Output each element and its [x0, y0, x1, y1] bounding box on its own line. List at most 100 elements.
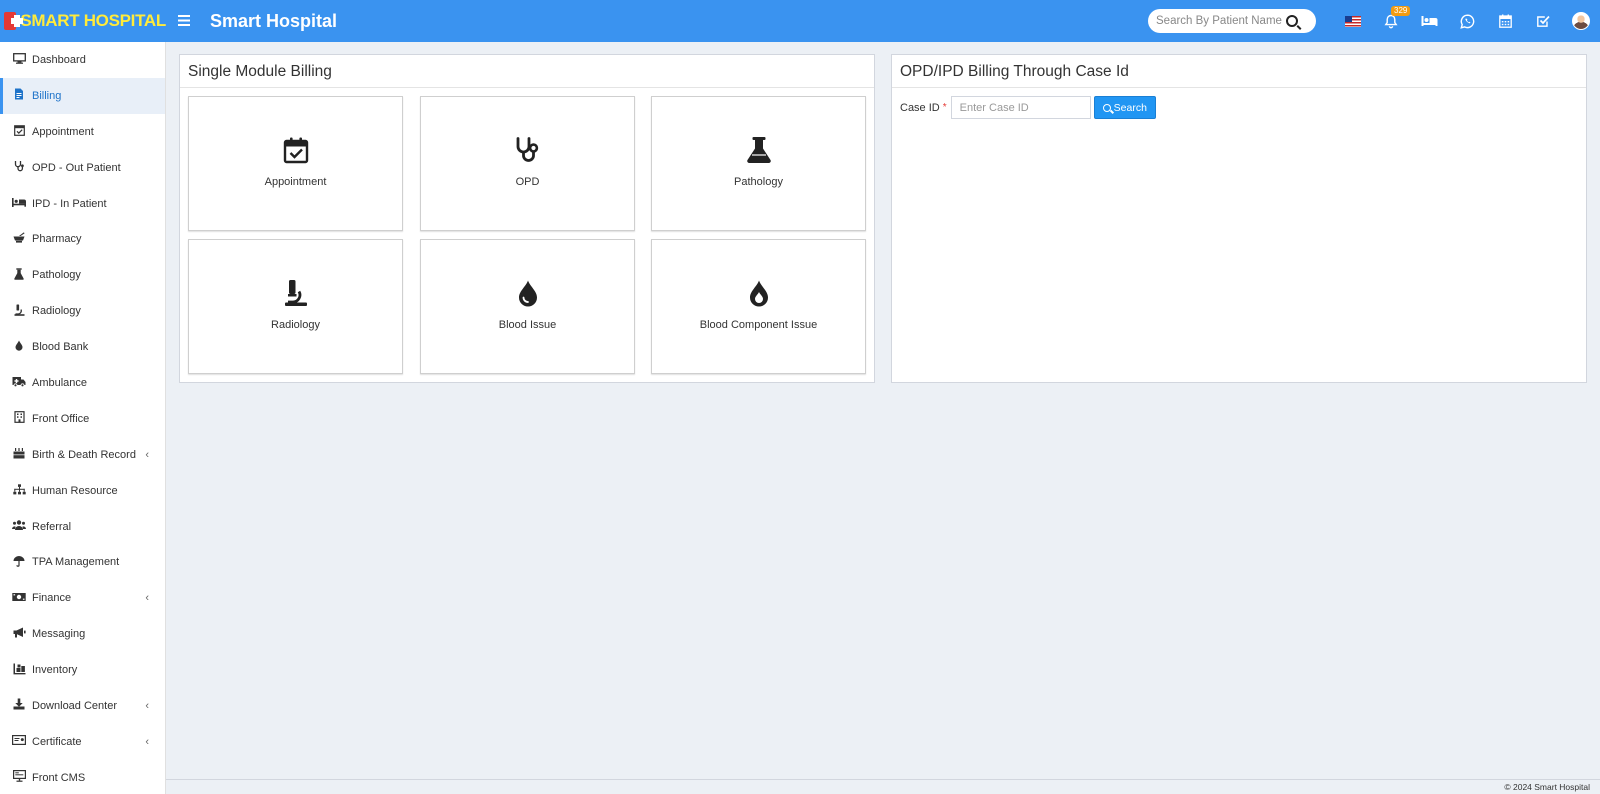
sidebar-item-dashboard[interactable]: Dashboard [0, 42, 165, 78]
flask-icon [12, 268, 26, 283]
notification-badge: 329 [1391, 6, 1411, 16]
user-avatar [1572, 12, 1590, 30]
sidebar-item-front-office[interactable]: Front Office [0, 401, 165, 437]
sidebar-item-radiology[interactable]: Radiology [0, 293, 165, 329]
menu-toggle-icon[interactable] [178, 13, 200, 30]
chevron-left-icon: ‹ [145, 735, 149, 748]
tint-icon [12, 340, 26, 354]
tasks-button[interactable] [1524, 0, 1562, 42]
brand-text: SMART HOSPITAL [20, 11, 166, 30]
case-search-button[interactable]: Search [1093, 96, 1156, 119]
check-square-icon [1537, 15, 1550, 27]
patient-search-input[interactable] [1156, 15, 1286, 27]
bullhorn-icon [12, 627, 26, 641]
sidebar-item-ambulance[interactable]: Ambulance [0, 365, 165, 401]
cms-icon [12, 770, 26, 785]
tile-blood-component-issue[interactable]: Blood Component Issue [651, 239, 866, 374]
user-menu-button[interactable] [1562, 0, 1600, 42]
chevron-left-icon: ‹ [145, 699, 149, 712]
top-navbar: SMART HOSPITAL Smart Hospital 329 [0, 0, 1600, 42]
tile-label: Blood Issue [498, 318, 557, 331]
users-icon [12, 520, 26, 533]
whatsapp-icon [1459, 13, 1474, 29]
sidebar-item-label: Inventory [32, 664, 78, 677]
sidebar-item-label: Birth & Death Record [32, 448, 136, 461]
sidebar-item-ipd[interactable]: IPD - In Patient [0, 186, 165, 222]
tile-pathology[interactable]: Pathology [651, 96, 866, 231]
sidebar-item-referral[interactable]: Referral [0, 509, 165, 545]
stethoscope-icon [516, 136, 538, 162]
sidebar-item-birth-death-record[interactable]: Birth & Death Record ‹ [0, 437, 165, 473]
sidebar-item-label: Download Center [32, 699, 117, 712]
case-search-button-label: Search [1113, 101, 1147, 114]
calendar-check-icon [283, 137, 308, 163]
tile-opd[interactable]: OPD [420, 96, 635, 231]
tile-label: Radiology [271, 318, 320, 331]
calendar-button[interactable] [1486, 0, 1524, 42]
sidebar-item-label: OPD - Out Patient [32, 161, 121, 174]
tile-blood-issue[interactable]: Blood Issue [420, 239, 635, 374]
case-billing-panel: OPD/IPD Billing Through Case Id Case ID … [891, 54, 1587, 383]
umbrella-icon [12, 555, 26, 570]
required-mark: * [942, 102, 947, 113]
case-search-form: Case ID * Search [900, 96, 1156, 119]
calendar-check-icon [12, 124, 26, 139]
sidebar-item-finance[interactable]: Finance ‹ [0, 580, 165, 616]
stethoscope-icon [12, 160, 26, 175]
sidebar-item-pathology[interactable]: Pathology [0, 257, 165, 293]
tile-radiology[interactable]: Radiology [188, 239, 403, 374]
sidebar-item-pharmacy[interactable]: Pharmacy [0, 221, 165, 257]
bed-status-button[interactable] [1410, 0, 1448, 42]
search-icon [1102, 103, 1111, 112]
hospital-cross-icon [4, 12, 24, 30]
sidebar-item-label: Pharmacy [32, 233, 82, 246]
footer: © 2024 Smart Hospital [166, 779, 1600, 794]
case-id-input[interactable] [950, 96, 1091, 119]
sidebar-item-label: Appointment [32, 125, 94, 138]
chevron-left-icon: ‹ [145, 448, 149, 461]
search-icon[interactable] [1286, 15, 1298, 27]
single-module-billing-panel: Single Module Billing Appointment OPD Pa… [179, 54, 875, 383]
microscope-icon [284, 279, 307, 306]
language-flag-button[interactable] [1334, 0, 1372, 42]
sidebar-item-billing[interactable]: Billing [0, 77, 165, 114]
sidebar-item-label: TPA Management [32, 556, 120, 569]
sidebar-item-human-resource[interactable]: Human Resource [0, 473, 165, 509]
patient-search [1148, 9, 1316, 33]
tile-label: Blood Component Issue [699, 318, 818, 331]
mortar-pestle-icon [12, 232, 26, 246]
microscope-icon [12, 304, 26, 319]
brand-logo[interactable]: SMART HOSPITAL [0, 0, 166, 42]
burn-icon [749, 280, 768, 306]
tile-appointment[interactable]: Appointment [188, 96, 403, 231]
notifications-button[interactable]: 329 [1372, 0, 1411, 42]
sidebar-item-label: Certificate [32, 735, 82, 748]
sidebar-item-label: Dashboard [32, 53, 86, 66]
building-icon [12, 411, 26, 426]
sidebar-item-label: Referral [32, 520, 72, 533]
sidebar-item-label: Front Office [32, 412, 90, 425]
sidebar-item-certificate[interactable]: Certificate ‹ [0, 724, 165, 760]
sidebar-item-label: Messaging [32, 628, 86, 641]
sidebar-item-blood-bank[interactable]: Blood Bank [0, 329, 165, 365]
flask-icon [746, 136, 771, 163]
sidebar-item-messaging[interactable]: Messaging [0, 616, 165, 652]
flag-us-icon [1345, 15, 1361, 27]
sidebar-item-label: Pathology [32, 269, 81, 282]
panel-title: OPD/IPD Billing Through Case Id [892, 55, 1586, 88]
sitemap-icon [12, 483, 26, 498]
sidebar-item-tpa-management[interactable]: TPA Management [0, 544, 165, 580]
sidebar: Dashboard Billing Appointment OPD - Out … [0, 42, 166, 794]
tile-label: Appointment [264, 175, 327, 188]
sidebar-item-label: Billing [32, 89, 62, 102]
sidebar-item-front-cms[interactable]: Front CMS [0, 760, 165, 794]
birthday-cake-icon [12, 447, 26, 462]
sidebar-item-label: IPD - In Patient [32, 197, 107, 210]
sidebar-item-download-center[interactable]: Download Center ‹ [0, 688, 165, 724]
certificate-icon [12, 735, 27, 748]
sidebar-item-inventory[interactable]: Inventory [0, 652, 165, 688]
sidebar-item-appointment[interactable]: Appointment [0, 114, 165, 150]
whatsapp-button[interactable] [1448, 0, 1486, 42]
sidebar-item-opd[interactable]: OPD - Out Patient [0, 150, 165, 186]
bed-icon [1421, 16, 1437, 26]
